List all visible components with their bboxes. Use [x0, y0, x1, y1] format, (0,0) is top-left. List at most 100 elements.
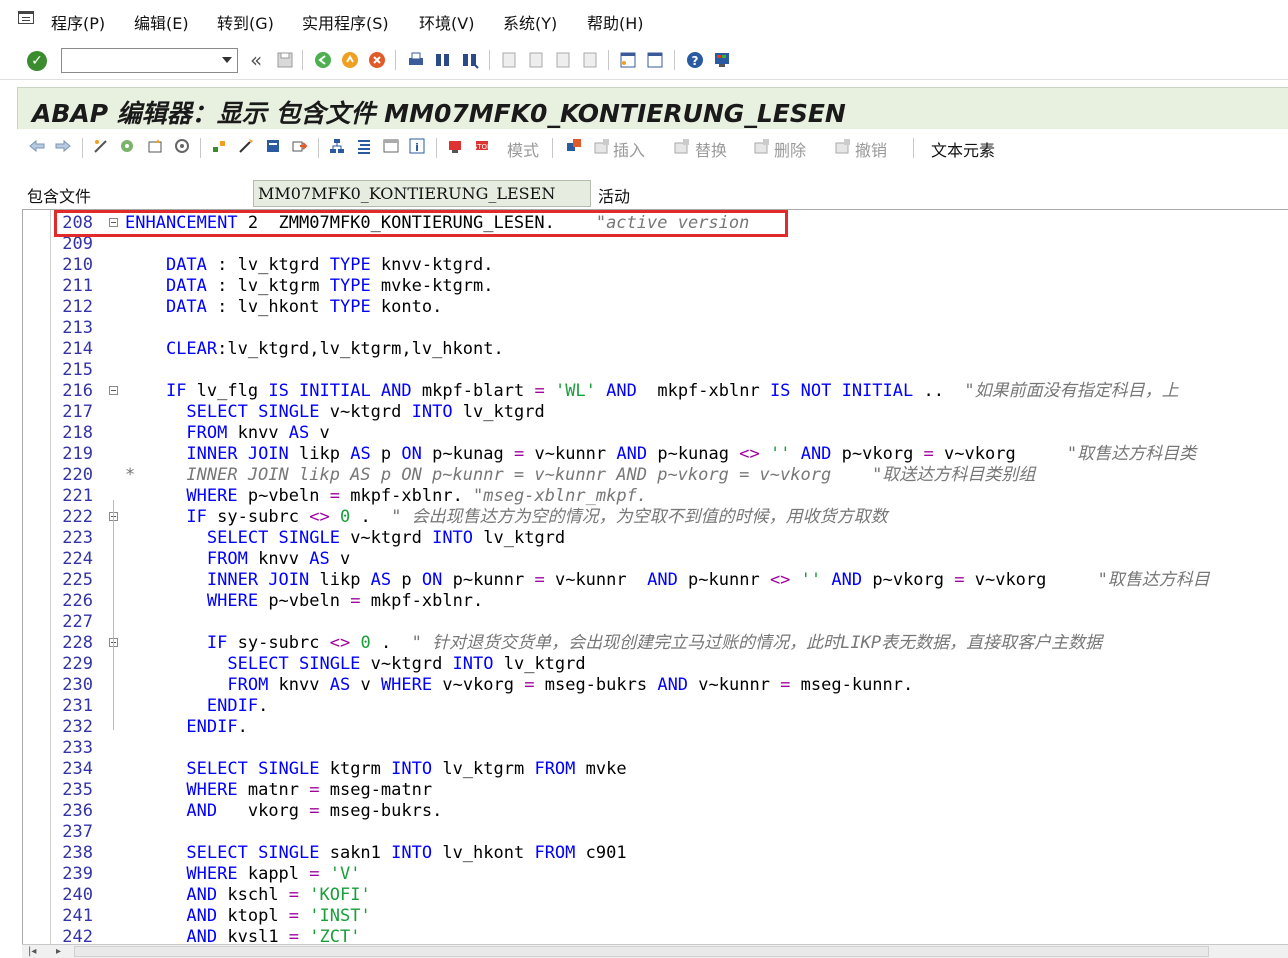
undo-icon[interactable]: [834, 137, 852, 155]
code-token: lv_ktgrd: [493, 654, 586, 674]
cancel-icon[interactable]: [367, 50, 387, 70]
export-icon[interactable]: [290, 137, 308, 155]
last-page-icon[interactable]: [580, 50, 600, 70]
where-used-icon[interactable]: [173, 137, 191, 155]
code-line: 212 DATA : lv_hkont TYPE konto.: [23, 297, 1288, 318]
scrollbar-thumb[interactable]: [74, 946, 1209, 957]
code-text[interactable]: IF lv_flg IS INITIAL AND mkpf-blart = 'W…: [125, 381, 1179, 402]
command-field[interactable]: [61, 48, 238, 73]
code-text[interactable]: INNER JOIN likp AS p ON p~kunnr = v~kunn…: [125, 465, 1035, 486]
code-token: SELECT SINGLE: [206, 528, 340, 548]
chevron-down-icon[interactable]: [222, 57, 232, 63]
line-number: 217: [62, 402, 93, 422]
scroll-right-icon[interactable]: ▸: [56, 946, 61, 957]
menu-environment[interactable]: 环境(V): [419, 10, 474, 34]
find-icon[interactable]: [433, 50, 453, 70]
object-list-icon[interactable]: [210, 137, 228, 155]
code-text[interactable]: ENDIF.: [125, 717, 247, 738]
delete-label[interactable]: 删除: [774, 137, 806, 161]
exit-icon[interactable]: [340, 50, 360, 70]
code-text[interactable]: WHERE p~vbeln = mkpf-xblnr.: [125, 591, 483, 612]
mode-label[interactable]: 模式: [507, 137, 539, 161]
collapse-icon[interactable]: «: [250, 48, 262, 72]
code-text[interactable]: FROM knvv AS v: [125, 549, 350, 570]
menu-program[interactable]: 程序(P): [51, 10, 105, 34]
delete-icon[interactable]: [753, 137, 771, 155]
menu-system[interactable]: 系统(Y): [503, 10, 557, 34]
code-text[interactable]: AND ktopl = 'INST': [125, 906, 370, 927]
menu-edit[interactable]: 编辑(E): [134, 10, 189, 34]
code-text[interactable]: AND kschl = 'KOFI': [125, 885, 370, 906]
session-breakpoint-icon[interactable]: STOP: [473, 137, 491, 155]
include-field[interactable]: MM07MFK0_KONTIERUNG_LESEN: [253, 180, 591, 207]
code-editor[interactable]: 208 ENHANCEMENT 2 ZMM07MFK0_KONTIERUNG_LE…: [22, 209, 1288, 949]
menu-icon[interactable]: [18, 11, 34, 24]
activate-icon[interactable]: [146, 137, 164, 155]
print-icon[interactable]: [406, 50, 426, 70]
arrow-right-icon[interactable]: [54, 137, 72, 155]
pretty-printer-icon[interactable]: [264, 137, 282, 155]
undo-label[interactable]: 撤销: [855, 137, 887, 161]
code-text[interactable]: WHERE kappl = 'V': [125, 864, 360, 885]
check-icon[interactable]: ✓: [27, 51, 47, 71]
code-text[interactable]: INNER JOIN likp AS p ON p~kunag = v~kunn…: [125, 444, 1196, 465]
code-text[interactable]: SELECT SINGLE sakn1 INTO lv_hkont FROM c…: [125, 843, 626, 864]
code-text[interactable]: IF sy-subrc <> 0 . " 会出现售达方为空的情况，为空取不到值的…: [125, 507, 887, 528]
code-text[interactable]: IF sy-subrc <> 0 . " 针对退货交货单，会出现创建完立马过账的…: [125, 633, 1102, 654]
fold-toggle-icon[interactable]: [109, 386, 118, 395]
scroll-first-icon[interactable]: |◂: [28, 946, 36, 957]
enhance-icon[interactable]: [565, 137, 583, 155]
code-text[interactable]: WHERE matnr = mseg-matnr: [125, 780, 432, 801]
next-page-icon[interactable]: [553, 50, 573, 70]
arrow-left-icon[interactable]: [28, 137, 46, 155]
code-text[interactable]: FROM knvv AS v WHERE v~vkorg = mseg-bukr…: [125, 675, 913, 696]
menu-help[interactable]: 帮助(H): [587, 10, 644, 34]
horizontal-scrollbar[interactable]: |◂ ▸: [22, 944, 1288, 958]
code-token: =: [524, 675, 535, 695]
customize-layout-icon[interactable]: [712, 50, 732, 70]
hierarchy-icon[interactable]: [328, 137, 346, 155]
code-token: lv_ktgrm: [432, 759, 535, 779]
code-text[interactable]: SELECT SINGLE ktgrm INTO lv_ktgrm FROM m…: [125, 759, 626, 780]
insert-label[interactable]: 插入: [613, 137, 645, 161]
code-text[interactable]: ENDIF.: [125, 696, 268, 717]
code-text[interactable]: INNER JOIN likp AS p ON p~kunnr = v~kunn…: [125, 570, 1210, 591]
code-text[interactable]: SELECT SINGLE v~ktgrd INTO lv_ktgrd: [125, 528, 565, 549]
code-text[interactable]: CLEAR:lv_ktgrd,lv_ktgrm,lv_hkont.: [125, 339, 504, 360]
layout-icon[interactable]: [382, 137, 400, 155]
back-icon[interactable]: [313, 50, 333, 70]
first-page-icon[interactable]: [499, 50, 519, 70]
insert-icon[interactable]: [593, 137, 611, 155]
check-syntax-icon[interactable]: [118, 137, 136, 155]
code-text[interactable]: WHERE p~vbeln = mkpf-xblnr. "mseg-xblnr_…: [125, 486, 647, 507]
prev-page-icon[interactable]: [526, 50, 546, 70]
code-token: v: [350, 675, 381, 695]
save-icon[interactable]: [275, 50, 295, 70]
shortcut-icon[interactable]: [645, 50, 665, 70]
replace-label[interactable]: 替换: [695, 137, 727, 161]
breakpoint-icon[interactable]: [446, 137, 464, 155]
code-text[interactable]: DATA : lv_hkont TYPE konto.: [125, 297, 442, 318]
code-token: v~vkorg: [432, 675, 525, 695]
toolbar-separator: [318, 138, 319, 158]
menu-goto[interactable]: 转到(G): [217, 10, 274, 34]
code-text[interactable]: DATA : lv_ktgrd TYPE knvv-ktgrd.: [125, 255, 494, 276]
new-session-icon[interactable]: [618, 50, 638, 70]
code-text[interactable]: DATA : lv_ktgrm TYPE mvke-ktgrm.: [125, 276, 494, 297]
menu-utilities[interactable]: 实用程序(S): [302, 10, 389, 34]
code-text[interactable]: SELECT SINGLE v~ktgrd INTO lv_ktgrd: [125, 402, 544, 423]
code-text[interactable]: AND vkorg = mseg-bukrs.: [125, 801, 442, 822]
replace-icon[interactable]: [673, 137, 691, 155]
code-text[interactable]: SELECT SINGLE v~ktgrd INTO lv_ktgrd: [125, 654, 586, 675]
help-icon[interactable]: ?: [685, 50, 705, 70]
text-elements-button[interactable]: 文本元素: [931, 137, 995, 161]
info-icon[interactable]: i: [408, 137, 426, 155]
find-next-icon[interactable]: [460, 50, 480, 70]
pattern-icon[interactable]: [237, 137, 255, 155]
structure-icon[interactable]: [355, 137, 373, 155]
code-text[interactable]: FROM knvv AS v: [125, 423, 329, 444]
display-change-icon[interactable]: [92, 137, 110, 155]
line-number: 237: [62, 822, 93, 842]
code-token: : lv_hkont: [206, 297, 330, 317]
